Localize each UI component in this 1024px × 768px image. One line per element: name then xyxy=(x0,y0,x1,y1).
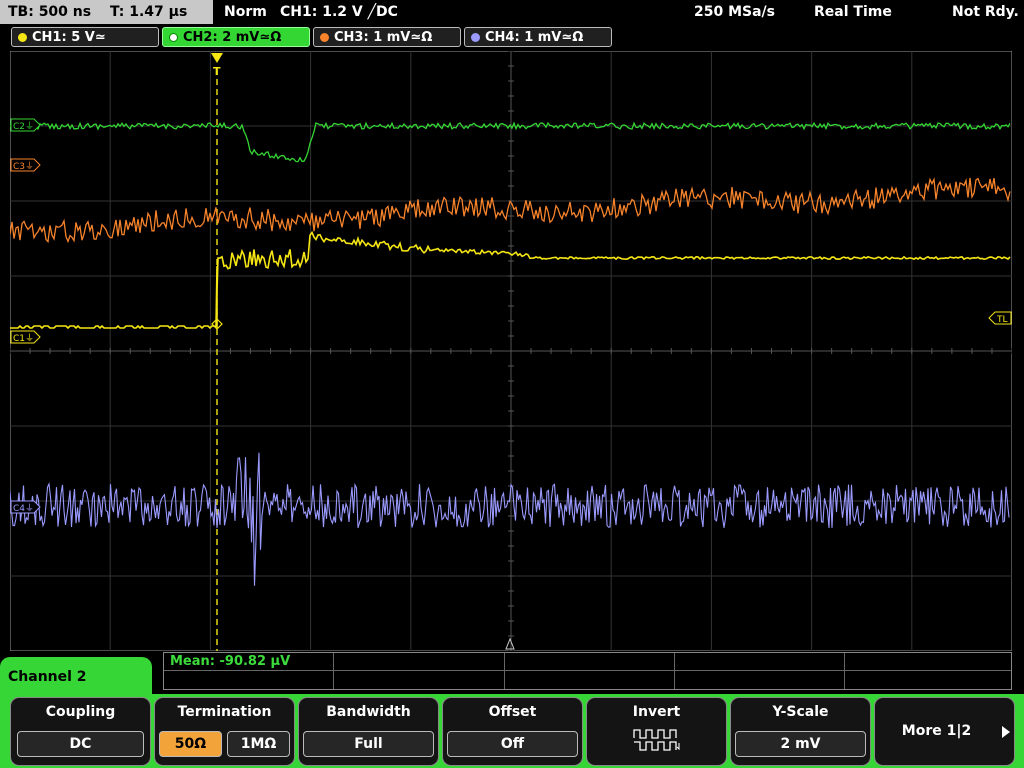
offset-softkey[interactable]: Offset Off xyxy=(442,697,583,766)
trigger-marker-label: T xyxy=(213,65,221,78)
invert-waveform-icon xyxy=(633,729,680,751)
waveform-display[interactable]: T C2⏚ C3⏚ C1⏚ C4⏚ TL xyxy=(10,51,1012,651)
more-label: More 1|2 xyxy=(901,723,972,739)
trigger-level-label: TL xyxy=(996,315,1008,325)
offset-label: Offset xyxy=(488,704,537,720)
acquisition-state: Not Rdy. xyxy=(952,4,1019,20)
timebase-box[interactable]: TB: 500 ns T: 1.47 µs xyxy=(0,0,213,24)
channel-tab-ch4[interactable]: CH4: 1 mV≃Ω xyxy=(464,27,612,47)
bandwidth-label: Bandwidth xyxy=(326,704,411,720)
trigger-time-value: T: 1.47 µs xyxy=(109,4,188,20)
termination-softkey[interactable]: Termination 50Ω 1MΩ xyxy=(154,697,295,766)
yscale-label: Y-Scale xyxy=(772,704,829,720)
coupling-value[interactable]: DC xyxy=(17,731,144,757)
ch2-marker-label: C2⏚ xyxy=(13,121,34,132)
invert-label: Invert xyxy=(632,704,681,720)
bandwidth-value[interactable]: Full xyxy=(303,731,434,757)
menu-title: Channel 2 xyxy=(0,657,152,697)
channel-tab-label: CH4: 1 mV≃Ω xyxy=(485,30,584,45)
offset-value[interactable]: Off xyxy=(447,731,578,757)
termination-50ohm-option[interactable]: 50Ω xyxy=(159,731,222,757)
sample-rate: 250 MSa/s xyxy=(694,4,776,20)
ch4-marker[interactable]: C4⏚ xyxy=(10,500,41,514)
yscale-value[interactable]: 2 mV xyxy=(735,731,866,757)
coupling-softkey[interactable]: Coupling DC xyxy=(10,697,151,766)
termination-label: Termination xyxy=(177,704,272,720)
measurement-mean: Mean: -90.82 µV xyxy=(170,654,291,669)
termination-1mohm-option[interactable]: 1MΩ xyxy=(227,731,290,757)
channel-tab-label: CH1: 5 V≃ xyxy=(32,30,106,45)
channel-tab-ch2[interactable]: CH2: 2 mV≃Ω xyxy=(162,27,310,47)
ch4-color-dot xyxy=(471,33,480,42)
channel-tab-label: CH3: 1 mV≃Ω xyxy=(334,30,433,45)
status-bar: TB: 500 ns T: 1.47 µs Norm CH1: 1.2 V ╱D… xyxy=(0,0,1024,24)
ch2-marker[interactable]: C2⏚ xyxy=(10,118,41,132)
trigger-mode[interactable]: Norm xyxy=(224,0,267,24)
trigger-settings[interactable]: CH1: 1.2 V ╱DC xyxy=(280,0,398,24)
channel-tab-ch3[interactable]: CH3: 1 mV≃Ω xyxy=(313,27,461,47)
more-softkey[interactable]: More 1|2 xyxy=(874,697,1015,766)
ch3-color-dot xyxy=(320,33,329,42)
ch3-marker[interactable]: C3⏚ xyxy=(10,158,41,172)
ch4-marker-label: C4⏚ xyxy=(13,503,34,514)
ch1-marker-label: C1⏚ xyxy=(13,333,34,344)
arrow-right-icon xyxy=(1002,726,1010,738)
measurement-divider xyxy=(674,653,675,689)
channel-tab-label: CH2: 2 mV≃Ω xyxy=(183,30,282,45)
channel-tab-ch1[interactable]: CH1: 5 V≃ xyxy=(11,27,159,47)
measurement-divider xyxy=(844,653,845,689)
yscale-softkey[interactable]: Y-Scale 2 mV xyxy=(730,697,871,766)
ch1-color-dot xyxy=(18,33,27,42)
measurement-divider xyxy=(333,653,334,689)
ch3-marker-label: C3⏚ xyxy=(13,161,34,172)
measurement-bar: Mean: -90.82 µV xyxy=(163,652,1012,690)
measurement-divider xyxy=(164,670,1011,671)
measurement-divider xyxy=(504,653,505,689)
invert-softkey[interactable]: Invert xyxy=(586,697,727,766)
ch2-color-dot xyxy=(169,33,178,42)
timebase-value: TB: 500 ns xyxy=(8,4,92,20)
bandwidth-softkey[interactable]: Bandwidth Full xyxy=(298,697,439,766)
coupling-label: Coupling xyxy=(45,704,116,720)
acquisition-mode: Real Time xyxy=(814,4,892,20)
ch1-marker[interactable]: C1⏚ xyxy=(10,330,41,344)
